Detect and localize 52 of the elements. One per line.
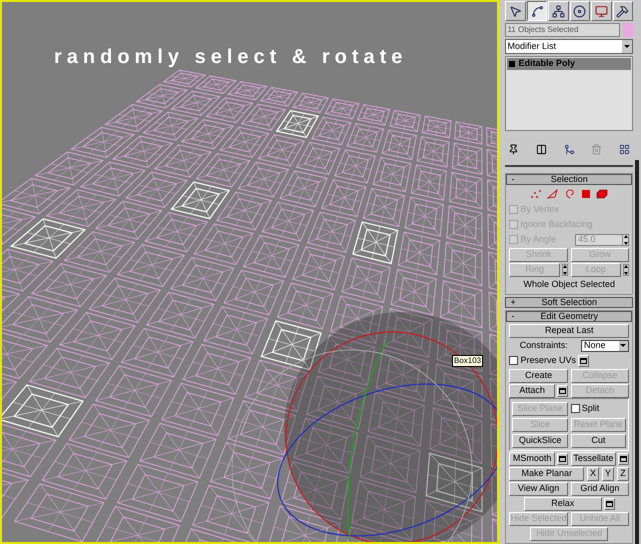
- border-loop-icon[interactable]: [564, 189, 576, 199]
- checkbox-label: Preserve UVs: [520, 354, 576, 367]
- checkbox[interactable]: [509, 356, 518, 365]
- status-text: Constraints:: [520, 338, 568, 352]
- axis-button[interactable]: Y: [602, 466, 614, 480]
- settings-button[interactable]: [556, 384, 568, 396]
- cursor-icon: [509, 4, 522, 18]
- settings-button[interactable]: [556, 452, 568, 464]
- tool-button[interactable]: Create: [509, 368, 568, 382]
- pin-icon[interactable]: [508, 144, 520, 155]
- curve-icon: [530, 4, 544, 18]
- stack-item[interactable]: Editable Poly: [507, 58, 631, 70]
- settings-button[interactable]: [604, 498, 615, 510]
- checkbox[interactable]: [570, 404, 580, 413]
- command-tab[interactable]: [526, 1, 548, 21]
- axis-button[interactable]: X: [587, 466, 599, 480]
- rollout-header[interactable]: - Edit Geometry: [506, 311, 632, 322]
- hammer-icon: [616, 4, 630, 18]
- tool-button[interactable]: QuickSlice: [512, 434, 568, 448]
- viewport[interactable]: randomly select & rotate Box103: [0, 0, 500, 544]
- object-tooltip: Box103: [452, 355, 484, 367]
- constraints-dropdown[interactable]: None: [580, 340, 629, 352]
- rollout-header[interactable]: - Selection: [506, 174, 632, 185]
- tool-button[interactable]: Cut: [570, 434, 626, 448]
- element-cube-icon[interactable]: [596, 189, 608, 199]
- edge-triangle-icon[interactable]: [547, 189, 560, 199]
- tool-button[interactable]: MSmooth: [509, 452, 555, 466]
- status-text: Whole Object Selected: [523, 278, 615, 291]
- settings-button[interactable]: [618, 452, 630, 464]
- tool-button[interactable]: Tessellate: [570, 452, 616, 466]
- tool-button[interactable]: Relax: [524, 496, 602, 510]
- scrollbar[interactable]: [635, 160, 639, 544]
- settings-button[interactable]: [578, 354, 589, 366]
- tool-button[interactable]: Grid Align: [570, 482, 630, 496]
- checkbox-label: Split: [582, 402, 600, 415]
- rotate-gizmo-drawing[interactable]: [232, 310, 498, 542]
- modifier-list-dropdown[interactable]: Modifier List: [505, 39, 633, 54]
- monitor-icon: [594, 4, 608, 18]
- tool-button[interactable]: Attach: [509, 384, 555, 398]
- vertex-dots-icon[interactable]: [530, 189, 542, 199]
- rollout-header[interactable]: + Soft Selection: [505, 297, 633, 308]
- disc-icon: [573, 4, 586, 18]
- tool-button[interactable]: View Align: [509, 482, 568, 496]
- viewport-caption: randomly select & rotate: [54, 45, 408, 70]
- polygon-square-icon[interactable]: [581, 189, 592, 199]
- configure-icon[interactable]: [618, 144, 630, 155]
- object-name-field[interactable]: 11 Objects Selected: [505, 23, 620, 37]
- tool-button[interactable]: Make Planar: [509, 466, 584, 480]
- object-color-swatch[interactable]: [623, 23, 633, 37]
- axis-button[interactable]: Z: [617, 466, 629, 480]
- hierarchy-icon: [552, 4, 565, 18]
- tool-button[interactable]: Repeat Last: [509, 324, 629, 338]
